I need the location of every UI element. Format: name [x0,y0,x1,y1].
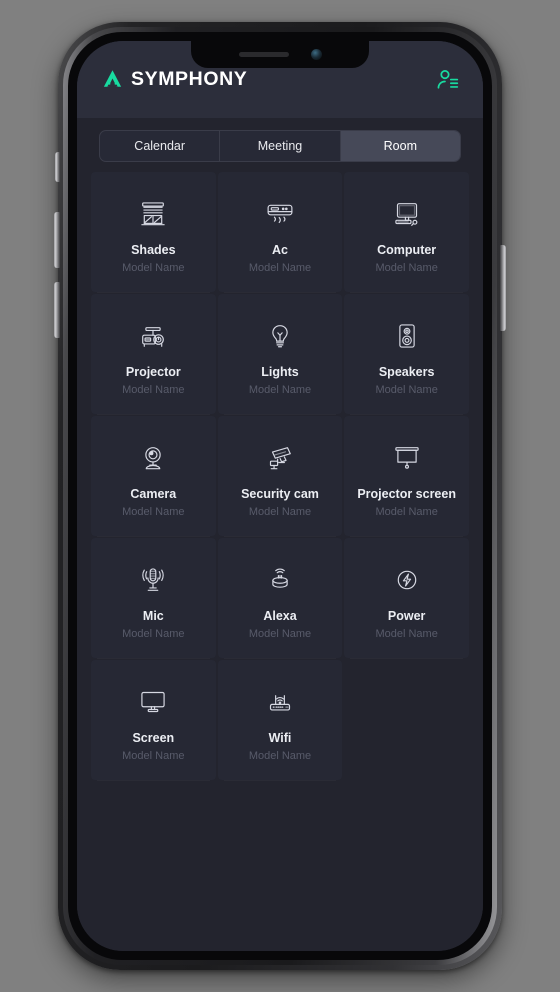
device-title: Power [387,609,426,624]
device-model-name: Model Name [122,383,185,396]
security-camera-icon [260,438,300,478]
brand-lockup: SYMPHONY [101,68,247,91]
front-camera-icon [310,49,322,60]
phone-screen: SYMPHONY Calendar Meeting Room Shades Mo… [77,41,483,951]
tab-bar-wrapper: Calendar Meeting Room [77,118,483,162]
device-card-camera[interactable]: Camera Model Name [91,416,216,536]
device-grid: Shades Model Name Ac Model Name Computer Mode… [91,172,469,780]
device-card-empty [344,660,469,780]
symphony-logo-icon [101,68,124,91]
device-card-ac[interactable]: Ac Model Name [217,172,343,292]
symphony-app: SYMPHONY Calendar Meeting Room Shades Mo… [77,41,483,951]
tab-calendar[interactable]: Calendar [100,131,221,161]
device-title: Projector screen [357,487,456,502]
device-title: Ac [272,243,288,258]
device-title: Wifi [268,731,292,746]
device-model-name: Model Name [248,627,312,640]
air-conditioner-icon [260,194,300,234]
device-title: Alexa [263,609,297,624]
earpiece-speaker-icon [238,52,289,57]
device-title: Computer [377,243,437,258]
device-card-security-cam[interactable]: Security cam Model Name [217,416,343,536]
device-card-power[interactable]: Power Model Name [344,538,469,658]
device-card-speakers[interactable]: Speakers Model Name [344,294,469,414]
lightbulb-icon [260,316,300,356]
device-card-computer[interactable]: Computer Model Name [344,172,469,292]
device-card-wifi[interactable]: Wifi Model Name [217,660,343,780]
tab-room[interactable]: Room [340,131,460,161]
device-model-name: Model Name [248,383,312,396]
device-card-projector-screen[interactable]: Projector screen Model Name [344,416,469,536]
power-bolt-icon [387,560,427,600]
device-model-name: Model Name [248,261,312,274]
profile-contact-icon[interactable] [435,67,461,93]
device-model-name: Model Name [122,749,185,762]
shades-icon [133,194,173,234]
brand-name: SYMPHONY [131,68,248,90]
device-title: Shades [131,243,176,258]
device-model-name: Model Name [248,749,312,762]
monitor-icon [133,682,173,722]
device-title: Camera [130,487,177,502]
device-title: Projector [125,365,181,380]
device-title: Lights [261,365,299,380]
smart-speaker-icon [260,560,300,600]
projector-icon [133,316,173,356]
segmented-tab-bar: Calendar Meeting Room [99,130,461,162]
silent-switch-button[interactable] [55,152,60,182]
microphone-icon [133,560,173,600]
screenshot-stage: SYMPHONY Calendar Meeting Room Shades Mo… [0,0,560,992]
tab-meeting[interactable]: Meeting [220,131,341,161]
speaker-icon [387,316,427,356]
device-card-projector[interactable]: Projector Model Name [91,294,216,414]
device-title: Screen [132,731,175,746]
webcam-icon [133,438,173,478]
device-grid-scroll[interactable]: Shades Model Name Ac Model Name Computer Mode… [77,162,483,951]
power-button[interactable] [500,245,506,331]
device-card-alexa[interactable]: Alexa Model Name [217,538,343,658]
device-card-shades[interactable]: Shades Model Name [91,172,216,292]
device-model-name: Model Name [122,505,185,518]
wifi-router-icon [260,682,300,722]
device-model-name: Model Name [375,505,438,518]
computer-icon [387,194,427,234]
device-card-screen[interactable]: Screen Model Name [91,660,216,780]
device-model-name: Model Name [375,627,438,640]
volume-down-button[interactable] [54,282,60,338]
phone-notch [191,41,369,68]
device-model-name: Model Name [122,261,185,274]
device-model-name: Model Name [375,261,438,274]
projector-screen-icon [387,438,427,478]
device-model-name: Model Name [248,505,312,518]
device-model-name: Model Name [375,383,438,396]
device-model-name: Model Name [122,627,185,640]
device-card-lights[interactable]: Lights Model Name [217,294,343,414]
volume-up-button[interactable] [54,212,60,268]
device-title: Security cam [241,487,319,502]
device-title: Speakers [378,365,435,380]
device-title: Mic [142,609,164,624]
device-card-mic[interactable]: Mic Model Name [91,538,216,658]
